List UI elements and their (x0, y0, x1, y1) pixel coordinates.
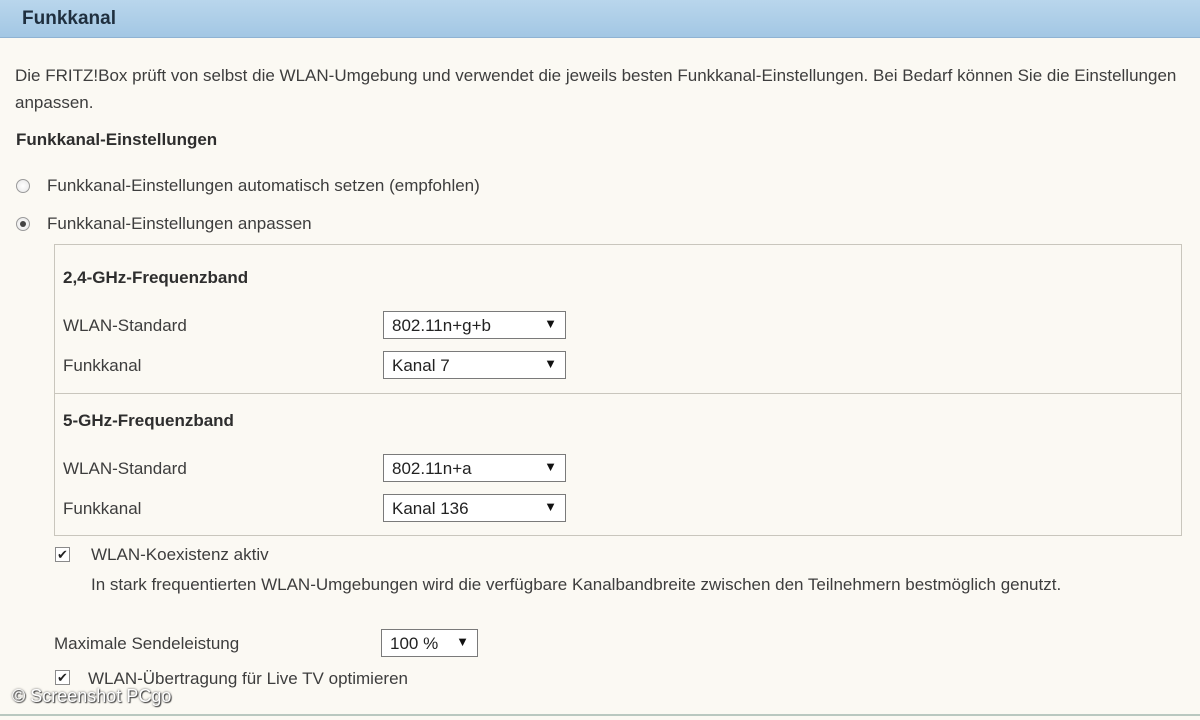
bottom-divider (0, 714, 1200, 716)
page: Funkkanal Die FRITZ!Box prüft von selbst… (0, 0, 1200, 720)
band5-title: 5-GHz-Frequenzband (63, 411, 234, 430)
band5-channel-value: Kanal 136 (392, 499, 469, 518)
intro-text: Die FRITZ!Box prüft von selbst die WLAN-… (15, 66, 1177, 112)
power-label: Maximale Sendeleistung (54, 634, 240, 653)
radio-custom[interactable] (16, 217, 30, 231)
coexistence-label[interactable]: WLAN-Koexistenz aktiv (91, 545, 269, 565)
radio-custom-row[interactable]: Funkkanal-Einstellungen anpassen (16, 211, 312, 237)
radio-custom-label[interactable]: Funkkanal-Einstellungen anpassen (47, 214, 312, 234)
band24-title: 2,4-GHz-Frequenzband (63, 268, 249, 287)
title-bar: Funkkanal (0, 0, 1200, 38)
band5-channel-select[interactable]: Kanal 136 ▼ (383, 494, 566, 522)
coexistence-checkbox[interactable]: ✔ (55, 547, 70, 562)
live-tv-checkbox[interactable]: ✔ (55, 670, 70, 685)
dropdown-arrow-icon: ▼ (544, 356, 557, 371)
power-select[interactable]: 100 % ▼ (381, 629, 478, 657)
band24-standard-select[interactable]: 802.11n+g+b ▼ (383, 311, 566, 339)
checkmark-icon: ✔ (57, 547, 68, 562)
dropdown-arrow-icon: ▼ (544, 316, 557, 331)
watermark: © Screenshot PCgo (12, 686, 172, 706)
band5-standard-value: 802.11n+a (392, 459, 472, 478)
band-divider (55, 393, 1181, 394)
radio-auto-row[interactable]: Funkkanal-Einstellungen automatisch setz… (16, 173, 480, 199)
radio-auto[interactable] (16, 179, 30, 193)
checkmark-icon: ✔ (57, 670, 68, 685)
settings-heading: Funkkanal-Einstellungen (16, 130, 218, 149)
band5-standard-label: WLAN-Standard (63, 459, 187, 478)
band24-channel-select[interactable]: Kanal 7 ▼ (383, 351, 566, 379)
dropdown-arrow-icon: ▼ (456, 634, 469, 649)
radio-auto-label[interactable]: Funkkanal-Einstellungen automatisch setz… (47, 176, 480, 196)
band24-channel-value: Kanal 7 (392, 356, 450, 375)
band24-standard-value: 802.11n+g+b (392, 316, 491, 335)
dropdown-arrow-icon: ▼ (544, 459, 557, 474)
page-title: Funkkanal (22, 8, 116, 29)
dropdown-arrow-icon: ▼ (544, 499, 557, 514)
band24-channel-label: Funkkanal (63, 356, 142, 375)
power-value: 100 % (390, 634, 439, 653)
band5-channel-label: Funkkanal (63, 499, 142, 518)
band5-standard-select[interactable]: 802.11n+a ▼ (383, 454, 566, 482)
frequency-bands-box: 2,4-GHz-Frequenzband WLAN-Standard 802.1… (54, 244, 1182, 536)
coexistence-hint: In stark frequentierten WLAN-Umgebungen … (91, 575, 1062, 594)
band24-standard-label: WLAN-Standard (63, 316, 187, 335)
